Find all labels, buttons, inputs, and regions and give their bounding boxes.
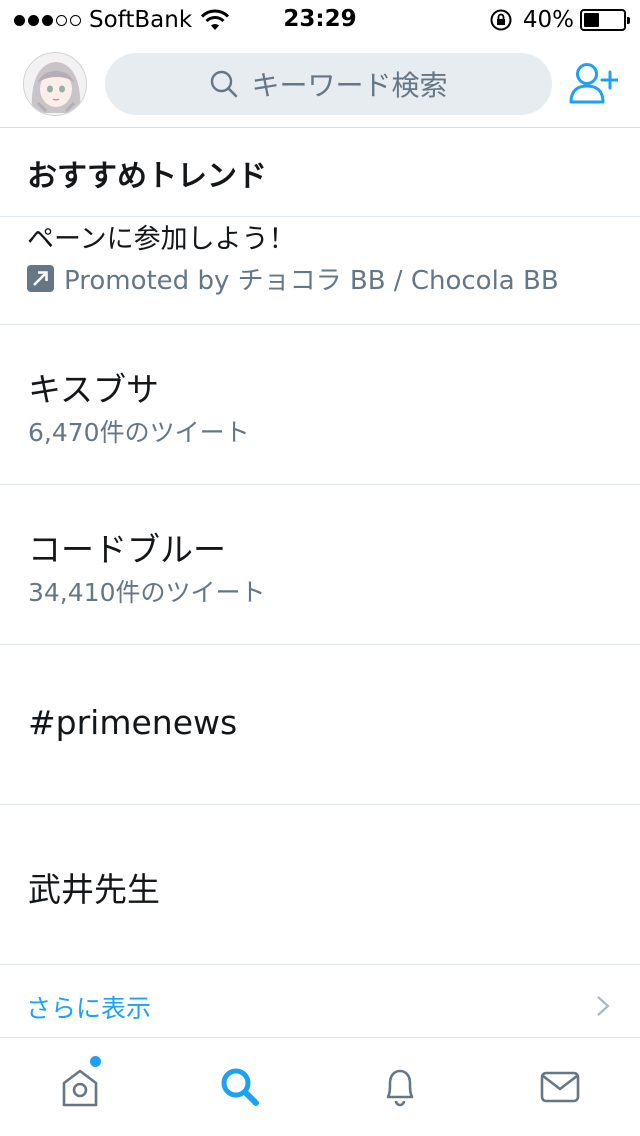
tab-notifications[interactable] bbox=[320, 1038, 480, 1136]
home-icon bbox=[62, 1069, 98, 1107]
trend-tweet-count: 34,410件のツイート bbox=[28, 578, 266, 607]
trend-name: コードブルー bbox=[28, 530, 226, 569]
tab-bar bbox=[0, 1038, 640, 1136]
tab-messages[interactable] bbox=[480, 1038, 640, 1136]
search-icon bbox=[221, 1068, 259, 1106]
search-icon bbox=[211, 70, 238, 98]
trend-name: 武井先生 bbox=[28, 870, 160, 909]
trend-item[interactable]: 武井先生 bbox=[0, 805, 640, 965]
status-right: 40% bbox=[489, 6, 630, 34]
tab-search[interactable] bbox=[160, 1038, 320, 1136]
home-notification-dot bbox=[90, 1056, 101, 1067]
rotation-lock-icon bbox=[490, 9, 512, 31]
promoted-arrow-icon bbox=[27, 264, 54, 292]
trends-title: おすすめトレンド bbox=[27, 159, 267, 194]
trend-tweet-count: 6,470件のツイート bbox=[28, 418, 250, 447]
battery-icon bbox=[580, 9, 630, 31]
battery-fill bbox=[584, 13, 599, 27]
show-more-row[interactable]: さらに表示 bbox=[0, 965, 640, 1038]
promoted-text: ペーンに参加しよう！ bbox=[27, 224, 296, 255]
trends-header: おすすめトレンド bbox=[0, 129, 640, 217]
search-placeholder: キーワード検索 bbox=[251, 69, 448, 102]
status-bar: SoftBank 23:29 40% bbox=[0, 0, 640, 40]
promoted-line: Promoted by チョコラ BB / Chocola BB bbox=[27, 259, 559, 297]
tab-home[interactable] bbox=[0, 1038, 160, 1136]
trend-item[interactable]: コードブルー 34,410件のツイート bbox=[0, 485, 640, 645]
trend-name: キスブサ bbox=[28, 370, 160, 409]
trend-item[interactable]: #primenews bbox=[0, 645, 640, 805]
notifications-icon bbox=[386, 1069, 414, 1107]
top-header: キーワード検索 bbox=[0, 40, 640, 128]
avatar[interactable] bbox=[23, 52, 87, 116]
trend-item[interactable]: キスブサ 6,470件のツイート bbox=[0, 325, 640, 485]
add-user-icon[interactable] bbox=[568, 60, 618, 108]
avatar-illustration bbox=[24, 53, 86, 115]
promoted-trend[interactable]: ペーンに参加しよう！ Promoted by チョコラ BB / Chocola… bbox=[0, 217, 640, 325]
trend-name: #primenews bbox=[28, 703, 238, 742]
chevron-right-icon bbox=[597, 996, 610, 1016]
messages-icon bbox=[540, 1071, 580, 1103]
promoted-by: Promoted by チョコラ BB / Chocola BB bbox=[64, 265, 559, 296]
search-input[interactable]: キーワード検索 bbox=[105, 53, 552, 115]
battery-percent: 40% bbox=[522, 7, 574, 33]
show-more-link[interactable]: さらに表示 bbox=[26, 989, 151, 1025]
